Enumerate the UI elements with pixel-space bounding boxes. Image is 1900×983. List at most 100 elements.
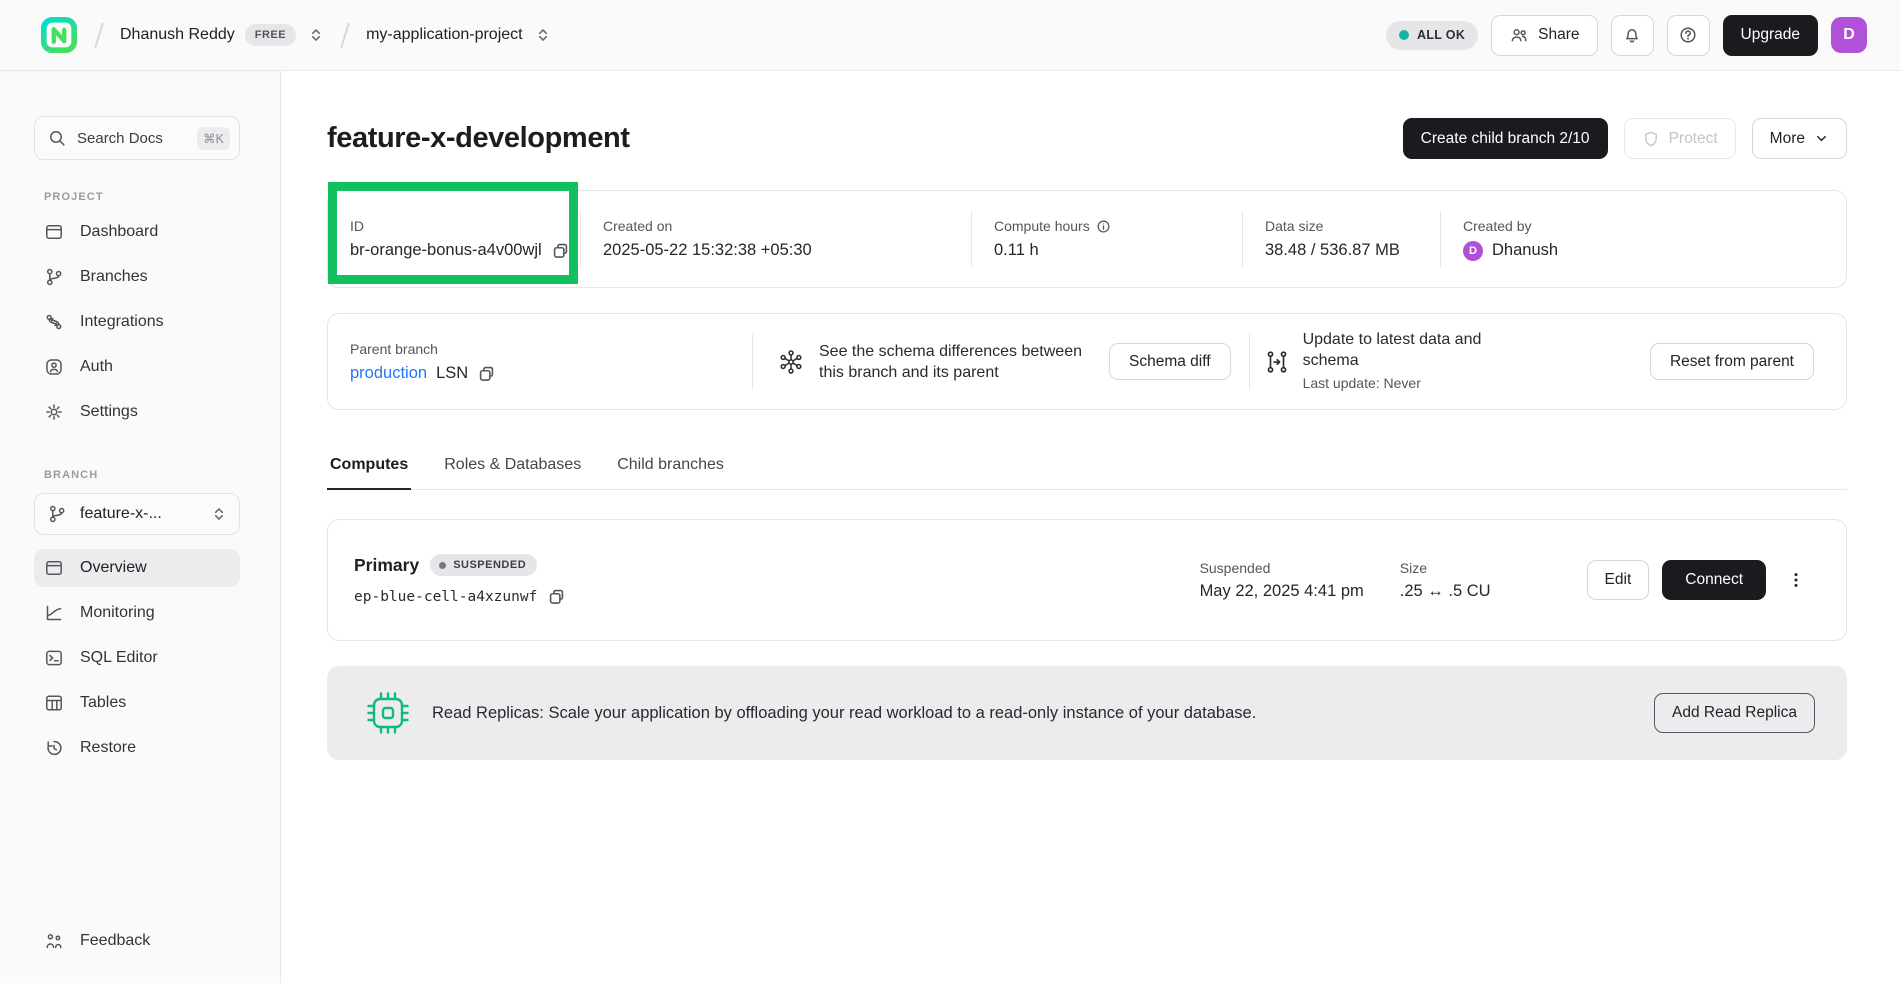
copy-icon — [547, 587, 566, 606]
branch-info-card: ID br-orange-bonus-a4v00wjl Created on 2… — [327, 190, 1847, 288]
sidebar-item-integrations[interactable]: Integrations — [34, 303, 240, 341]
reset-from-parent-label: Reset from parent — [1670, 353, 1794, 371]
parent-branch-card: Parent branch production LSN See the sch… — [327, 313, 1847, 410]
suspended-value: May 22, 2025 4:41 pm — [1200, 582, 1364, 601]
sidebar-item-overview[interactable]: Overview — [34, 549, 240, 587]
schema-graph-icon — [777, 348, 805, 376]
compute-name: Primary — [354, 555, 419, 576]
sidebar-item-label: Monitoring — [80, 604, 155, 622]
chart-icon — [44, 603, 64, 623]
status-label: ALL OK — [1417, 28, 1465, 42]
reset-from-parent-button[interactable]: Reset from parent — [1650, 343, 1814, 380]
more-label: More — [1770, 130, 1805, 148]
chevron-updown-icon — [308, 27, 324, 43]
tab-child-branches[interactable]: Child branches — [614, 456, 727, 489]
sidebar-item-auth[interactable]: Auth — [34, 348, 240, 386]
copy-lsn-button[interactable] — [477, 364, 496, 383]
copy-endpoint-id-button[interactable] — [547, 587, 566, 606]
sidebar-item-monitoring[interactable]: Monitoring — [34, 594, 240, 632]
data-size-value: 38.48 / 536.87 MB — [1265, 241, 1440, 260]
endpoint-id: ep-blue-cell-a4xzunwf — [354, 589, 537, 605]
size-value: .25 ↔ .5 CU — [1400, 582, 1491, 601]
read-replica-description: Read Replicas: Scale your application by… — [432, 704, 1256, 723]
upgrade-button[interactable]: Upgrade — [1723, 15, 1818, 56]
branch-selector[interactable]: feature-x-... — [34, 493, 240, 535]
feedback-label: Feedback — [80, 932, 150, 950]
compute-hours-value: 0.11 h — [994, 241, 1242, 260]
chevron-updown-icon — [211, 506, 227, 522]
reset-branches-icon — [1264, 349, 1290, 375]
parent-branch-link[interactable]: production — [350, 364, 427, 383]
notifications-button[interactable] — [1611, 15, 1654, 56]
cpu-chip-icon — [365, 690, 411, 736]
compute-card: Primary SUSPENDED ep-blue-cell-a4xzunwf … — [327, 519, 1847, 641]
history-clock-icon — [44, 738, 64, 758]
chevron-down-icon — [1814, 131, 1829, 146]
divider — [752, 334, 753, 390]
connect-button[interactable]: Connect — [1662, 560, 1766, 600]
help-button[interactable] — [1667, 15, 1710, 56]
sidebar-item-label: Restore — [80, 739, 136, 757]
compute-menu-button[interactable] — [1782, 566, 1810, 594]
sidebar-item-label: SQL Editor — [80, 649, 158, 667]
sidebar-item-sql-editor[interactable]: SQL Editor — [34, 639, 240, 677]
divider — [1249, 334, 1250, 390]
share-label: Share — [1538, 26, 1579, 44]
neon-logo-icon[interactable] — [40, 16, 78, 54]
sidebar-item-tables[interactable]: Tables — [34, 684, 240, 722]
created-by-value: Dhanush — [1492, 241, 1558, 260]
auth-user-icon — [44, 357, 64, 377]
sidebar-item-label: Settings — [80, 403, 138, 421]
sidebar: Search Docs ⌘K PROJECT Dashboard Branche… — [0, 71, 281, 983]
overview-icon — [44, 558, 64, 578]
create-child-branch-button[interactable]: Create child branch 2/10 — [1403, 118, 1608, 159]
sidebar-item-label: Integrations — [80, 313, 164, 331]
project-breadcrumb[interactable]: my-application-project — [366, 26, 551, 44]
edit-compute-button[interactable]: Edit — [1587, 560, 1650, 600]
search-docs-input[interactable]: Search Docs ⌘K — [34, 116, 240, 160]
search-icon — [48, 129, 66, 147]
org-breadcrumb[interactable]: Dhanush Reddy FREE — [120, 24, 324, 46]
sidebar-item-settings[interactable]: Settings — [34, 393, 240, 431]
size-label: Size — [1400, 560, 1491, 576]
sidebar-item-label: Branches — [80, 268, 148, 286]
shield-icon — [1642, 130, 1660, 148]
more-button[interactable]: More — [1752, 118, 1847, 159]
created-by-label: Created by — [1463, 218, 1846, 234]
add-read-replica-button[interactable]: Add Read Replica — [1654, 693, 1815, 733]
integrations-icon — [44, 312, 64, 332]
copy-branch-id-button[interactable] — [551, 241, 570, 260]
free-plan-badge: FREE — [245, 24, 296, 46]
created-on-value: 2025-05-22 15:32:38 +05:30 — [603, 241, 971, 260]
project-name: my-application-project — [366, 26, 523, 44]
connect-label: Connect — [1685, 571, 1743, 589]
feedback-button[interactable]: Feedback — [34, 931, 240, 951]
edit-label: Edit — [1605, 571, 1632, 589]
created-by-avatar: D — [1463, 241, 1483, 261]
protect-button[interactable]: Protect — [1624, 118, 1736, 159]
feedback-people-icon — [44, 931, 64, 951]
share-button[interactable]: Share — [1491, 15, 1597, 56]
breadcrumb-divider — [340, 22, 350, 48]
status-badge[interactable]: ALL OK — [1386, 21, 1478, 50]
tab-roles-databases[interactable]: Roles & Databases — [441, 456, 584, 489]
suspended-dot — [439, 562, 446, 569]
search-shortcut-badge: ⌘K — [197, 127, 230, 150]
compute-hours-label: Compute hours — [994, 218, 1090, 234]
schema-diff-description: See the schema differences between this … — [819, 341, 1091, 383]
sidebar-item-branches[interactable]: Branches — [34, 258, 240, 296]
tab-computes[interactable]: Computes — [327, 456, 411, 489]
schema-diff-button-label: Schema diff — [1129, 353, 1211, 371]
gear-icon — [44, 402, 64, 422]
compute-status-label: SUSPENDED — [453, 559, 526, 571]
page-title: feature-x-development — [327, 122, 630, 155]
search-placeholder: Search Docs — [77, 130, 163, 147]
schema-diff-button[interactable]: Schema diff — [1109, 343, 1231, 380]
copy-icon — [477, 364, 496, 383]
sidebar-item-dashboard[interactable]: Dashboard — [34, 213, 240, 251]
info-icon[interactable] — [1096, 219, 1111, 234]
sidebar-item-restore[interactable]: Restore — [34, 729, 240, 767]
kebab-menu-icon — [1786, 570, 1806, 590]
user-avatar[interactable]: D — [1831, 17, 1867, 53]
created-on-label: Created on — [603, 218, 971, 234]
